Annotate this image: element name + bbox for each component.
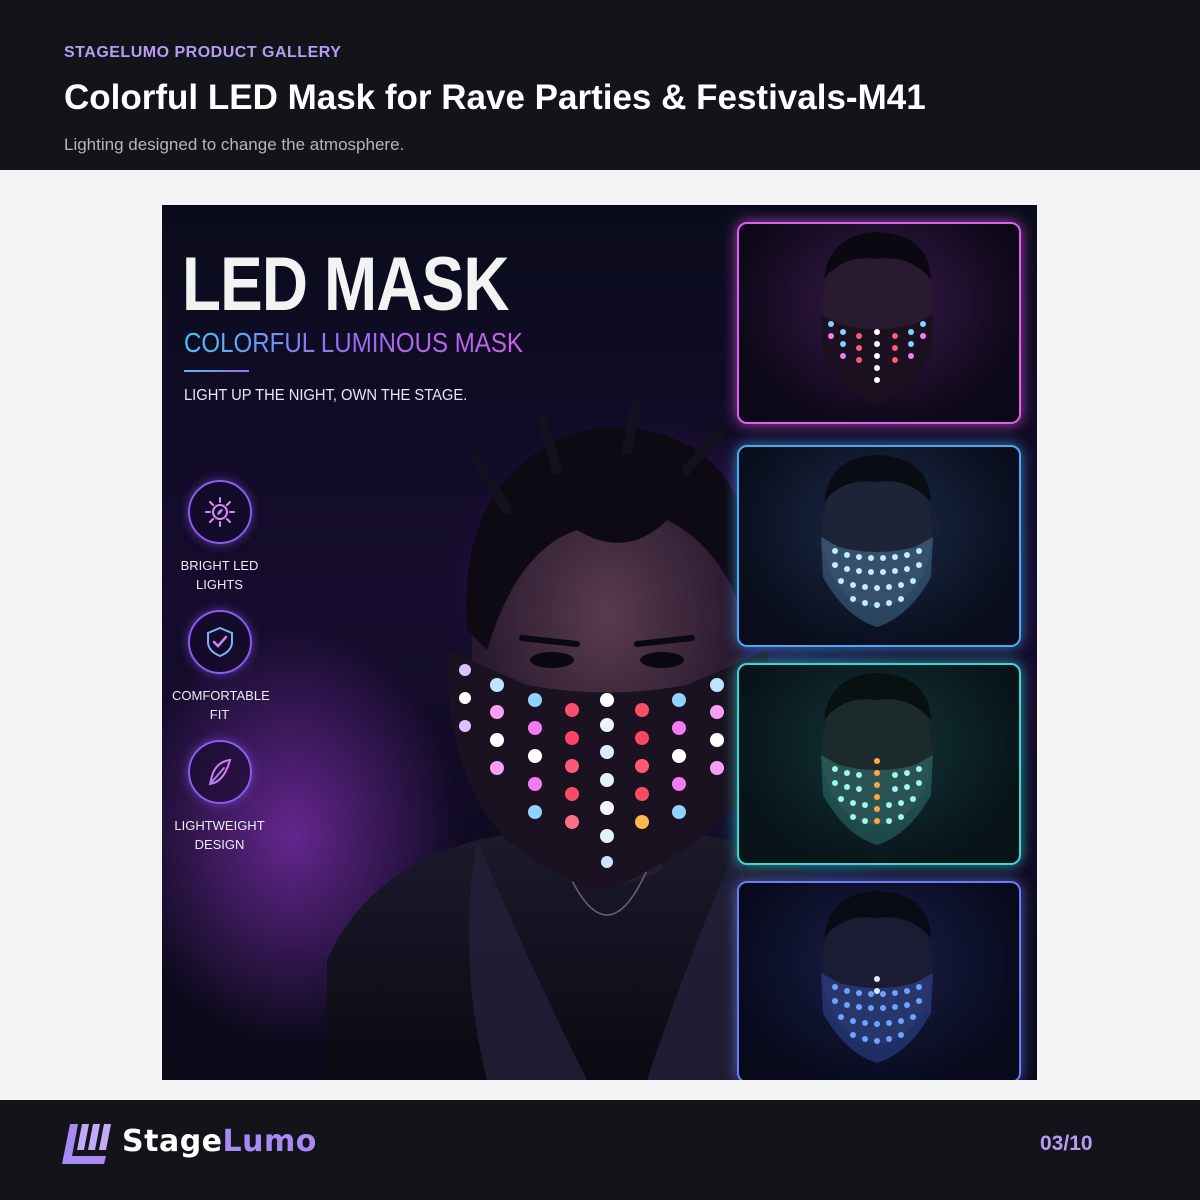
poster-heading: LED MASK [182, 242, 510, 327]
feature-label: LIGHTWEIGHT DESIGN [174, 818, 265, 852]
mask-thumbnail-ice-blue [821, 455, 933, 627]
poster-divider [184, 370, 249, 372]
feature-comfortable-fit: COMFORTABLE FIT [172, 610, 270, 724]
product-title: Colorful LED Mask for Rave Parties & Fes… [64, 78, 926, 117]
brand-part-2: Lumo [222, 1124, 317, 1159]
feature-ring [187, 610, 252, 674]
brand-wordmark: StageLumo [122, 1124, 317, 1159]
brand-part-1: Stage [122, 1124, 223, 1159]
feature-lightweight: LIGHTWEIGHT DESIGN [172, 740, 267, 854]
feature-label: BRIGHT LED LIGHTS [180, 558, 259, 592]
thumbnail-multicolor[interactable] [737, 222, 1021, 424]
thumbnail-blue[interactable] [737, 881, 1021, 1080]
thumbnail-ice-blue[interactable] [737, 445, 1021, 647]
sun-leaf-icon [204, 497, 235, 527]
gallery-stage: LED MASK COLORFUL LUMINOUS MASK LIGHT UP… [0, 170, 1200, 1100]
feature-ring [187, 740, 252, 804]
page-counter: 03/10 [1040, 1132, 1093, 1155]
feature-ring [187, 480, 252, 544]
feature-bright-led: BRIGHT LED LIGHTS [172, 480, 267, 594]
mask-thumbnail-cyan-orange [821, 673, 933, 845]
gallery-eyebrow: STAGELUMO PRODUCT GALLERY [64, 44, 342, 61]
shield-check-icon [206, 626, 233, 658]
product-subtitle: Lighting designed to change the atmosphe… [64, 135, 405, 154]
page-header: STAGELUMO PRODUCT GALLERY Colorful LED M… [0, 0, 1200, 170]
product-image[interactable]: LED MASK COLORFUL LUMINOUS MASK LIGHT UP… [162, 205, 1037, 1080]
feather-icon [208, 758, 231, 786]
page-footer: StageLumo 03/10 [0, 1100, 1200, 1200]
stagelumo-logo-icon [62, 1124, 111, 1164]
feature-label: COMFORTABLE FIT [172, 688, 270, 722]
thumbnail-cyan-orange[interactable] [737, 663, 1021, 865]
mask-thumbnail-multicolor [821, 232, 933, 404]
poster-subheading: COLORFUL LUMINOUS MASK [184, 327, 523, 358]
mask-thumbnail-blue [821, 891, 933, 1063]
